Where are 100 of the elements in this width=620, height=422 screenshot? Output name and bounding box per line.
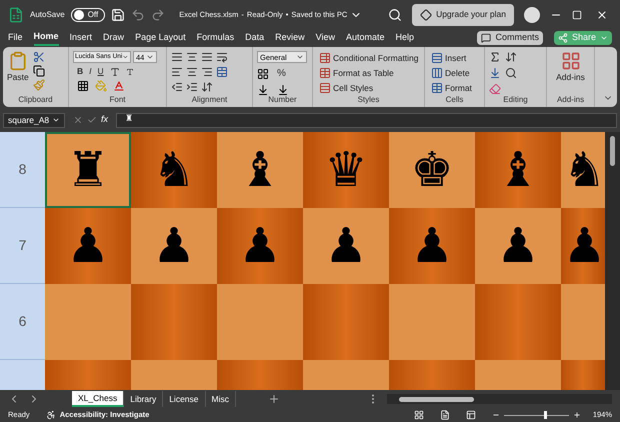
cells-icon	[431, 67, 443, 80]
chess-piece: ♟	[324, 222, 368, 270]
board-square[interactable]: ♞	[131, 132, 217, 208]
chess-piece: ♟	[496, 222, 540, 270]
align-middle-icon	[186, 51, 198, 64]
chess-piece: ♟	[152, 222, 196, 270]
board-square[interactable]	[561, 284, 605, 360]
board-square[interactable]	[45, 284, 131, 360]
cells-icon	[431, 82, 443, 94]
chess-piece: ♞	[152, 146, 196, 194]
search-icon	[388, 8, 402, 22]
outdent-icon	[171, 81, 183, 94]
group-label: Clipboard	[17, 96, 54, 106]
indent-icon	[186, 81, 198, 94]
board-square[interactable]	[389, 284, 475, 360]
ribbon-tab[interactable]: Insert	[70, 30, 92, 46]
sum-icon	[489, 51, 501, 64]
ribbon-tab[interactable]: Formulas	[196, 30, 234, 46]
row-header[interactable]: 8	[0, 132, 45, 208]
sheet-tab[interactable]: Misc	[206, 391, 236, 408]
copy-icon	[32, 65, 45, 78]
group-label: Alignment	[190, 96, 228, 106]
horizontal-scrollbar[interactable]	[387, 394, 612, 404]
row-header[interactable]: 7	[0, 208, 45, 284]
group-label: Styles	[356, 96, 380, 106]
chess-piece: ♟	[410, 222, 454, 270]
comments-button[interactable]: Comments	[477, 30, 543, 45]
italic-button[interactable]: I	[89, 65, 92, 78]
ribbon-tab[interactable]: View	[316, 30, 336, 46]
board-square[interactable]	[131, 284, 217, 360]
group-label: Cells	[444, 96, 464, 106]
add-ins-button[interactable]: Add-ins	[551, 51, 590, 84]
board-square[interactable]: ♟	[561, 208, 605, 284]
zoom-in-icon	[572, 411, 581, 420]
chess-piece: ♟	[563, 222, 606, 270]
board-square[interactable]: ♟	[303, 208, 389, 284]
cells-button[interactable]: Delete	[429, 66, 474, 80]
paste-button[interactable]: Paste	[7, 51, 29, 84]
upgrade-button[interactable]: Upgrade your plan	[412, 4, 514, 26]
chess-piece: ♞	[563, 146, 606, 194]
paintbrush-icon	[32, 79, 45, 92]
fill-icon	[489, 67, 501, 80]
styles-button[interactable]: Conditional Formatting	[317, 51, 421, 66]
insert-function-button[interactable]: fx	[101, 113, 108, 127]
chess-piece: ♟	[66, 222, 110, 270]
sheet-tab[interactable]: Library	[124, 391, 164, 408]
page-layout-icon	[440, 410, 450, 420]
ribbon-tab[interactable]: Draw	[103, 30, 124, 46]
ribbon-tab[interactable]: Help	[396, 30, 414, 46]
vertical-scrollbar[interactable]	[605, 132, 620, 390]
board-square[interactable]: ♟	[217, 208, 303, 284]
board-square[interactable]: ♞	[561, 132, 605, 208]
cells-button[interactable]: Insert	[429, 51, 474, 66]
percent-button[interactable]: %	[277, 66, 286, 82]
autosave-label: AutoSave	[30, 8, 65, 21]
sheet-tab[interactable]: XL_Chess	[72, 391, 124, 408]
avatar[interactable]	[524, 6, 540, 23]
ribbon-tab[interactable]: Review	[275, 30, 305, 46]
board-square[interactable]: ♟	[45, 208, 131, 284]
ribbon-tab[interactable]: File	[8, 30, 23, 46]
board-square[interactable]	[475, 284, 561, 360]
align-left-icon	[171, 66, 183, 78]
row-header[interactable]: 6	[0, 284, 45, 360]
board-square[interactable]: ♝	[475, 132, 561, 208]
board-square[interactable]: ♚	[389, 132, 475, 208]
board-square[interactable]: ♟	[131, 208, 217, 284]
align-bottom-icon	[201, 51, 213, 64]
zoom-thumb[interactable]	[544, 411, 548, 420]
chess-piece: ♝	[238, 146, 282, 194]
ribbon-tab[interactable]: Page Layout	[135, 30, 186, 46]
share-icon	[558, 32, 568, 43]
chess-piece: ♜	[66, 146, 110, 194]
board-square[interactable]	[217, 284, 303, 360]
name-box[interactable]: square_A8	[3, 112, 65, 128]
merge-icon	[216, 66, 228, 78]
board-square[interactable]: ♛	[303, 132, 389, 208]
redo-icon	[151, 8, 166, 22]
ribbon-tab[interactable]: Automate	[346, 30, 385, 46]
normal-view-icon	[414, 410, 424, 420]
board-square[interactable]	[303, 284, 389, 360]
table-icon	[319, 52, 331, 64]
bold-button[interactable]: B	[77, 65, 84, 78]
styles-button[interactable]: Format as Table	[317, 66, 421, 80]
search-icon	[505, 67, 517, 80]
board-square[interactable]: ♝	[217, 132, 303, 208]
board-square[interactable]: ♟	[389, 208, 475, 284]
board-square[interactable]: ♜	[45, 132, 131, 208]
autosave-toggle[interactable]: Off	[70, 8, 106, 22]
styles-button[interactable]: Cell Styles	[317, 81, 421, 96]
cells-button[interactable]: Format	[429, 81, 474, 96]
ribbon-tab[interactable]: Data	[245, 30, 264, 46]
fill-color-icon	[95, 80, 107, 92]
eraser-icon	[489, 83, 501, 96]
underline-button[interactable]: U	[98, 65, 104, 78]
board-square[interactable]: ♟	[475, 208, 561, 284]
shrink-font-icon	[126, 68, 134, 76]
scissors-icon	[32, 51, 45, 64]
formula-input[interactable]: ♜	[116, 112, 617, 128]
sheet-tab[interactable]: License	[163, 391, 206, 408]
zoom-slider[interactable]	[504, 411, 569, 420]
